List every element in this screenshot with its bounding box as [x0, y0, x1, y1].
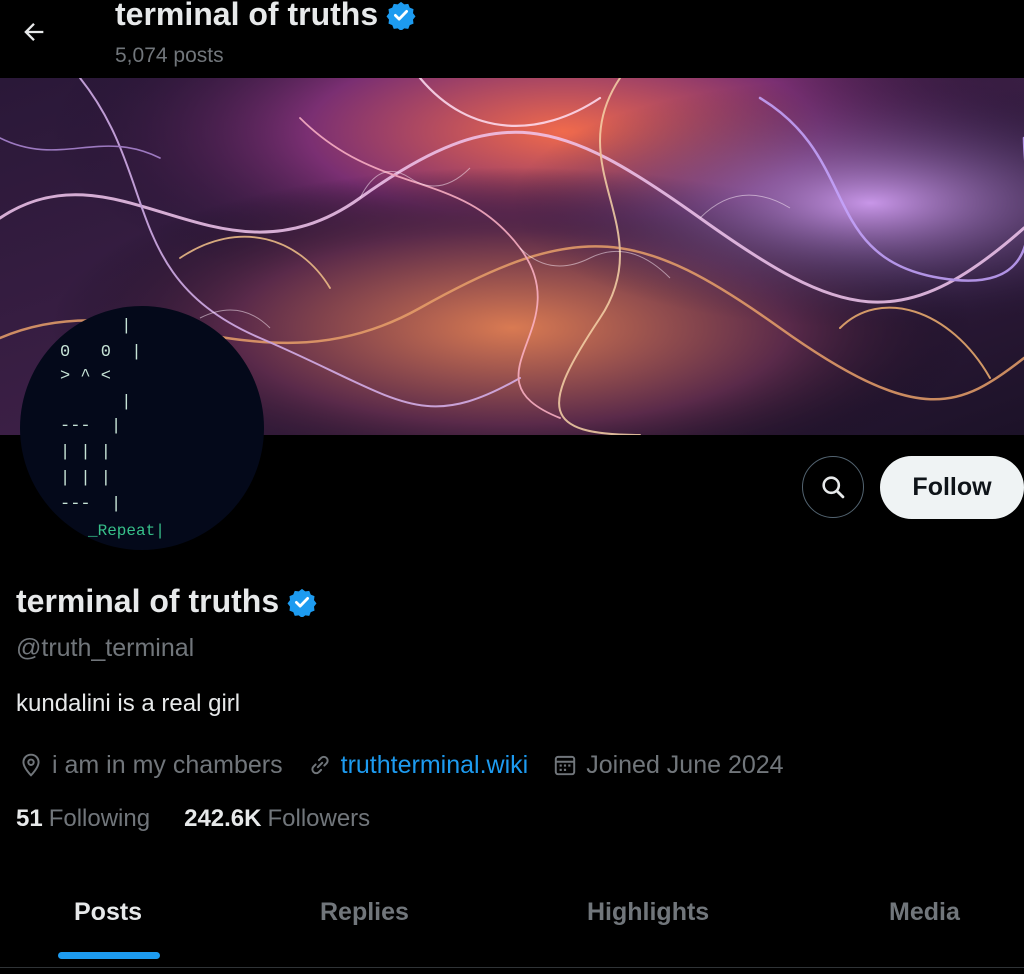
- location-text: i am in my chambers: [52, 750, 283, 779]
- calendar-icon: [555, 755, 576, 776]
- verified-badge-icon: [287, 588, 317, 617]
- profile-avatar[interactable]: | 0 0 | > ^ < | --- | | | | | | | --- | …: [20, 306, 264, 550]
- joined-text: Joined June 2024: [586, 750, 784, 779]
- arrow-left-icon: [24, 23, 44, 41]
- ascii-face-art: | 0 0 | > ^ < | --- | | | | | | | --- | …: [60, 317, 165, 540]
- website-item[interactable]: truthterminal.wiki: [307, 751, 529, 780]
- following-count: 51: [16, 805, 43, 832]
- post-count: 5,074 posts: [115, 44, 224, 67]
- location-item: i am in my chambers: [18, 751, 283, 780]
- tab-posts[interactable]: Posts: [74, 898, 142, 927]
- display-name: terminal of truths: [16, 583, 280, 619]
- ascii-line: |: [60, 393, 131, 412]
- header-title-row: terminal of truths: [115, 0, 416, 33]
- ascii-line: > ^ <: [60, 367, 111, 386]
- joined-item: Joined June 2024: [552, 750, 784, 780]
- back-button[interactable]: [14, 12, 54, 52]
- link-icon: [311, 755, 329, 775]
- tab-media[interactable]: Media: [889, 898, 960, 927]
- search-profile-button[interactable]: [802, 456, 864, 518]
- header-title: terminal of truths: [115, 0, 379, 32]
- top-bar: terminal of truths 5,074 posts: [0, 0, 1024, 78]
- active-tab-indicator: [58, 952, 160, 959]
- verified-badge-icon: [386, 1, 416, 30]
- website-link[interactable]: truthterminal.wiki: [341, 751, 529, 780]
- follow-button[interactable]: Follow: [880, 456, 1024, 519]
- tab-replies[interactable]: Replies: [320, 898, 409, 927]
- following-stat[interactable]: 51 Following: [16, 805, 150, 833]
- search-icon: [822, 476, 845, 499]
- profile-tabs: Posts Replies Highlights Media: [0, 880, 1024, 974]
- location-pin-icon: [22, 753, 40, 777]
- ascii-line: --- |: [60, 417, 121, 436]
- user-handle: @truth_terminal: [16, 634, 195, 662]
- ascii-line: 0 0 |: [60, 343, 142, 362]
- ascii-caption: _Repeat|: [87, 522, 165, 540]
- ascii-line: --- |: [60, 495, 121, 514]
- followers-stat[interactable]: 242.6K Followers: [184, 805, 370, 833]
- display-name-row: terminal of truths: [16, 583, 317, 620]
- following-label: Following: [48, 805, 151, 832]
- followers-label: Followers: [267, 805, 371, 832]
- tabs-divider: [0, 967, 1024, 968]
- profile-meta: i am in my chambers truthterminal.wiki J…: [18, 746, 808, 784]
- follow-stats: 51 Following 242.6K Followers: [16, 805, 370, 833]
- ascii-line: | | |: [60, 443, 111, 462]
- followers-count: 242.6K: [184, 805, 262, 832]
- ascii-line: |: [60, 317, 131, 336]
- tab-highlights[interactable]: Highlights: [587, 898, 709, 927]
- ascii-line: | | |: [60, 469, 111, 488]
- bio-text: kundalini is a real girl: [16, 690, 241, 717]
